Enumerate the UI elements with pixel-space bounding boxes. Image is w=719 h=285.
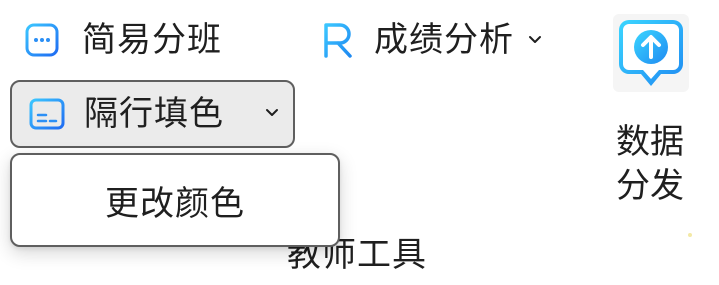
ribbon-group-teacher-tools: 简易分班 成绩分析 隔行填色 更改颜色 教师工具 数据 分发 <box>0 0 719 285</box>
data-distribution-label-line1: 数据 <box>616 122 684 162</box>
data-distribution-label: 数据 分发 <box>602 120 698 208</box>
score-analysis-button[interactable]: 成绩分析 <box>320 14 542 66</box>
data-distribution-label-line2: 分发 <box>616 166 684 206</box>
chevron-down-icon <box>265 108 279 118</box>
menu-item-change-color[interactable]: 更改颜色 <box>12 155 338 245</box>
chat-dots-icon <box>24 22 60 58</box>
simple-class-button[interactable]: 简易分班 <box>24 14 222 66</box>
data-distribution-button[interactable]: 数据 分发 <box>602 14 698 206</box>
letter-r-icon <box>320 20 356 60</box>
alternate-row-fill-button[interactable]: 隔行填色 <box>10 80 295 148</box>
simple-class-label: 简易分班 <box>82 20 222 60</box>
alternate-row-fill-label: 隔行填色 <box>84 94 224 134</box>
table-stripes-icon <box>28 97 66 131</box>
chevron-down-icon <box>528 35 542 45</box>
decorative-dot <box>688 233 692 237</box>
alternate-row-fill-dropdown-menu: 更改颜色 <box>10 153 340 247</box>
upload-arrow-bubble-icon <box>613 14 689 92</box>
score-analysis-label: 成绩分析 <box>374 20 514 60</box>
menu-item-label: 更改颜色 <box>105 183 245 224</box>
